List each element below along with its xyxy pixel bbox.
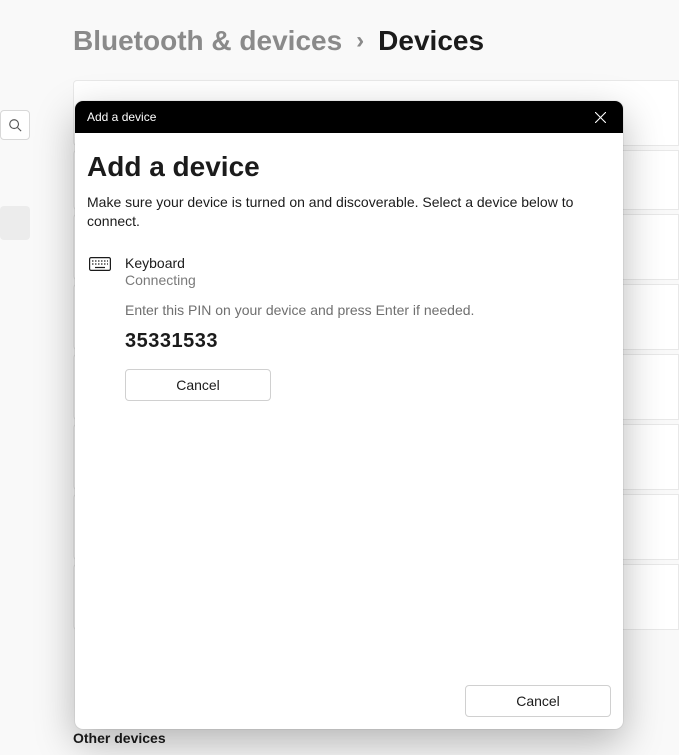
device-cancel-button[interactable]: Cancel	[125, 369, 271, 401]
close-button[interactable]	[577, 101, 623, 133]
breadcrumb: Bluetooth & devices › Devices	[73, 25, 484, 57]
dialog-subtext: Make sure your device is turned on and d…	[87, 193, 587, 231]
dialog-titlebar-text: Add a device	[87, 110, 156, 124]
close-icon	[595, 112, 606, 123]
pin-instruction: Enter this PIN on your device and press …	[125, 302, 609, 318]
device-name: Keyboard	[125, 255, 609, 271]
dialog-titlebar: Add a device	[75, 101, 623, 133]
keyboard-icon	[89, 255, 113, 401]
device-status: Connecting	[125, 272, 609, 288]
chevron-right-icon: ›	[356, 27, 364, 55]
dialog-body: Add a device Make sure your device is tu…	[75, 133, 623, 729]
pin-code: 35331533	[125, 330, 609, 353]
sidebar-item-selected[interactable]	[0, 206, 30, 240]
breadcrumb-parent[interactable]: Bluetooth & devices	[73, 25, 342, 57]
device-item[interactable]: Keyboard Connecting Enter this PIN on yo…	[87, 251, 611, 409]
search-input[interactable]	[0, 110, 30, 140]
device-info: Keyboard Connecting Enter this PIN on yo…	[125, 255, 609, 401]
sidebar-sliver	[0, 0, 32, 755]
search-icon	[8, 118, 22, 132]
other-devices-heading: Other devices	[73, 730, 166, 746]
add-device-dialog: Add a device Add a device Make sure your…	[75, 101, 623, 729]
dialog-heading: Add a device	[87, 151, 611, 183]
dialog-cancel-button[interactable]: Cancel	[465, 685, 611, 717]
breadcrumb-current: Devices	[378, 25, 484, 57]
